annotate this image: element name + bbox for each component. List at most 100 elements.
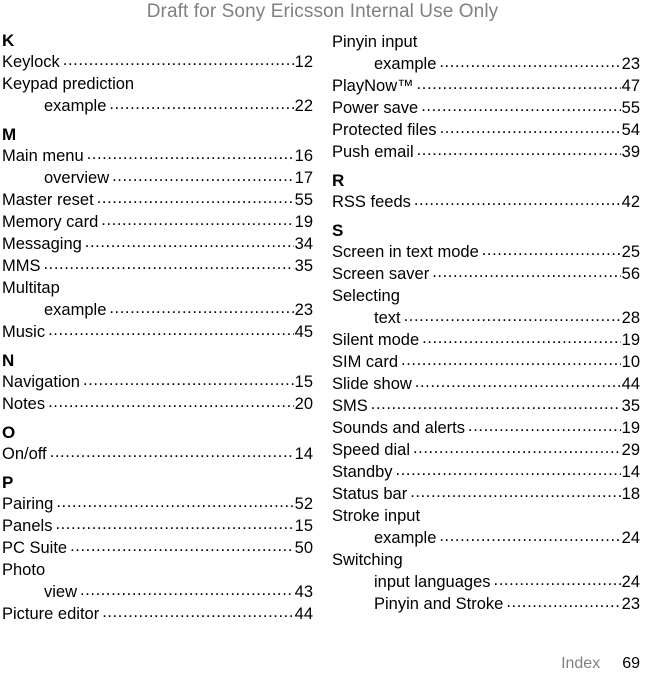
index-entry-label: Pinyin and Stroke: [374, 595, 504, 613]
index-entry[interactable]: Multitap: [2, 277, 313, 299]
index-entry[interactable]: Keylock 12: [2, 51, 313, 73]
index-sub-entry[interactable]: text 28: [332, 307, 640, 329]
index-sub-entry[interactable]: overview 17: [2, 167, 313, 189]
dot-leader: [413, 440, 621, 455]
index-entry[interactable]: Pinyin input: [332, 31, 640, 53]
index-entry[interactable]: Sounds and alerts 19: [332, 417, 640, 439]
index-entry-label: Speed dial: [332, 441, 410, 459]
index-entry[interactable]: Music 45: [2, 321, 313, 343]
index-entry[interactable]: Notes 20: [2, 393, 313, 415]
index-entry[interactable]: PlayNow™ 47: [332, 75, 640, 97]
dot-leader: [97, 190, 294, 205]
dot-leader: [80, 582, 294, 597]
dot-leader: [44, 256, 294, 271]
index-entry[interactable]: RSS feeds 42: [332, 191, 640, 213]
index-entry-label: Panels: [2, 517, 53, 535]
index-entry-label: Memory card: [2, 213, 99, 231]
dot-leader: [415, 374, 621, 389]
index-entry-label: Notes: [2, 395, 46, 413]
index-sub-entry[interactable]: example 23: [332, 53, 640, 75]
index-entry[interactable]: SIM card 10: [332, 351, 640, 373]
index-entry[interactable]: Main menu 16: [2, 145, 313, 167]
dot-leader: [417, 76, 621, 91]
index-entry-page-number: 18: [621, 485, 640, 503]
index-sub-entry[interactable]: example 22: [2, 95, 313, 117]
index-entry-label: input languages: [374, 573, 491, 591]
dot-leader: [396, 462, 621, 477]
dot-leader: [410, 484, 620, 499]
index-entry[interactable]: Memory card 19: [2, 211, 313, 233]
index-entry-label: Pinyin input: [332, 33, 418, 51]
dot-leader: [48, 322, 294, 337]
index-entry[interactable]: Standby 14: [332, 461, 640, 483]
dot-leader: [87, 146, 294, 161]
index-entry-label: example: [44, 97, 107, 115]
index-entry-page-number: 47: [621, 77, 640, 95]
index-entry[interactable]: On/off 14: [2, 443, 313, 465]
dot-leader: [83, 372, 294, 387]
index-entry-page-number: 43: [294, 583, 313, 601]
dot-leader: [482, 242, 621, 257]
index-entry[interactable]: Master reset 55: [2, 189, 313, 211]
index-entry-label: Music: [2, 323, 46, 341]
footer-page-number: 69: [622, 655, 640, 672]
index-entry[interactable]: Photo: [2, 559, 313, 581]
index-entry[interactable]: Power save 55: [332, 97, 640, 119]
index-entry[interactable]: Slide show 44: [332, 373, 640, 395]
index-entry-page-number: 39: [621, 143, 640, 161]
index-entry-page-number: 20: [294, 395, 313, 413]
index-entry[interactable]: Status bar 18: [332, 483, 640, 505]
index-entry[interactable]: Selecting: [332, 285, 640, 307]
index-entry-label: Screen saver: [332, 265, 430, 283]
index-entry-label: Pairing: [2, 495, 54, 513]
index-entry-label: Navigation: [2, 373, 80, 391]
index-entry[interactable]: Speed dial 29: [332, 439, 640, 461]
dot-leader: [63, 52, 294, 67]
index-section: O On/off 14: [2, 423, 313, 465]
index-entry[interactable]: MMS 35: [2, 255, 313, 277]
index-sub-entry[interactable]: view 43: [2, 581, 313, 603]
index-entry[interactable]: Picture editor 44: [2, 603, 313, 625]
index-entry[interactable]: Screen in text mode 25: [332, 241, 640, 263]
index-entry-page-number: 12: [294, 53, 313, 71]
index-entry-label: Push email: [332, 143, 414, 161]
index-entry-label: Screen in text mode: [332, 243, 479, 261]
index-entry[interactable]: Pairing 52: [2, 493, 313, 515]
index-entry[interactable]: Silent mode 19: [332, 329, 640, 351]
index-entry[interactable]: Navigation 15: [2, 371, 313, 393]
index-entry[interactable]: SMS 35: [332, 395, 640, 417]
index-entry[interactable]: Switching: [332, 549, 640, 571]
index-entry[interactable]: Screen saver 56: [332, 263, 640, 285]
index-sub-entry[interactable]: Pinyin and Stroke 23: [332, 593, 640, 615]
draft-watermark-header: Draft for Sony Ericsson Internal Use Onl…: [146, 1, 499, 22]
dot-leader: [109, 96, 293, 111]
index-entry[interactable]: Protected files 54: [332, 119, 640, 141]
index-entry[interactable]: Keypad prediction: [2, 73, 313, 95]
index-entry-page-number: 15: [294, 373, 313, 391]
index-sub-entry[interactable]: example 23: [2, 299, 313, 321]
index-entry-label: Main menu: [2, 147, 84, 165]
index-entry-label: Silent mode: [332, 331, 420, 349]
index-entry[interactable]: Push email 39: [332, 141, 640, 163]
index-entry[interactable]: Messaging 34: [2, 233, 313, 255]
index-entry-page-number: 44: [621, 375, 640, 393]
index-sub-entry[interactable]: input languages 24: [332, 571, 640, 593]
index-section: R RSS feeds 42: [332, 171, 640, 213]
index-entry-page-number: 17: [294, 169, 313, 187]
dot-leader: [85, 234, 294, 249]
index-entry-label: Switching: [332, 551, 403, 569]
index-entry[interactable]: PC Suite 50: [2, 537, 313, 559]
index-entry[interactable]: Stroke input: [332, 505, 640, 527]
dot-leader: [494, 572, 621, 587]
dot-leader: [421, 98, 620, 113]
index-sub-entry[interactable]: example 24: [332, 527, 640, 549]
index-entry-label: example: [44, 301, 107, 319]
index-entry-label: Status bar: [332, 485, 408, 503]
index-entry-label: MMS: [2, 257, 41, 275]
index-entry-page-number: 28: [621, 309, 640, 327]
index-entry-page-number: 54: [621, 121, 640, 139]
index-entry-label: Slide show: [332, 375, 412, 393]
index-entry-label: On/off: [2, 445, 47, 463]
index-entry[interactable]: Panels 15: [2, 515, 313, 537]
index-entry-page-number: 52: [294, 495, 313, 513]
